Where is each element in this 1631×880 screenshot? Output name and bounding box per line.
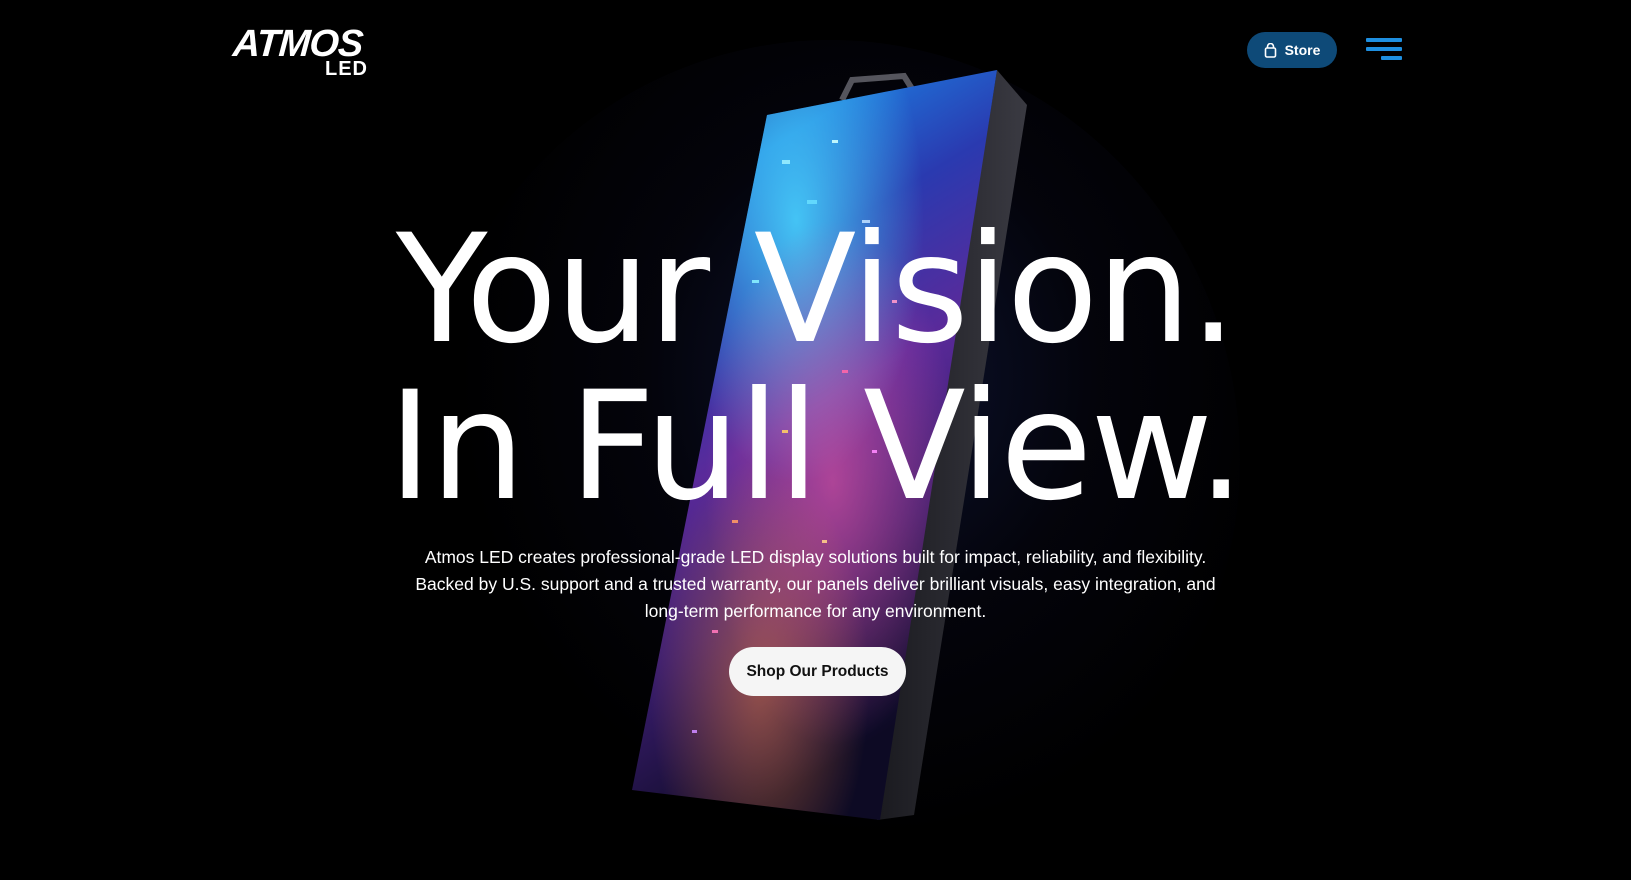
menu-button[interactable] [1366, 36, 1402, 62]
hamburger-line [1366, 47, 1402, 51]
hamburger-menu-icon [1366, 38, 1402, 42]
hamburger-line [1381, 56, 1402, 60]
hero-description: Atmos LED creates professional-grade LED… [395, 544, 1236, 625]
hero-description-line: long-term performance for any environmen… [644, 601, 987, 621]
store-button-label: Store [1284, 42, 1321, 58]
shopping-bag-icon [1264, 42, 1276, 58]
logo-subtext: LED [325, 58, 368, 80]
hero-headline-line1: Your Vision. [395, 203, 1237, 377]
atmos-led-logo[interactable]: ATMOS LED [232, 23, 368, 80]
store-button[interactable]: Store [1247, 32, 1337, 68]
shop-products-button[interactable]: Shop Our Products [729, 647, 906, 696]
hero-headline-line2: In Full View. [387, 360, 1245, 534]
hero-description-line: Backed by U.S. support and a trusted war… [415, 574, 1216, 594]
hero-description-line: Atmos LED creates professional-grade LED… [424, 547, 1207, 567]
